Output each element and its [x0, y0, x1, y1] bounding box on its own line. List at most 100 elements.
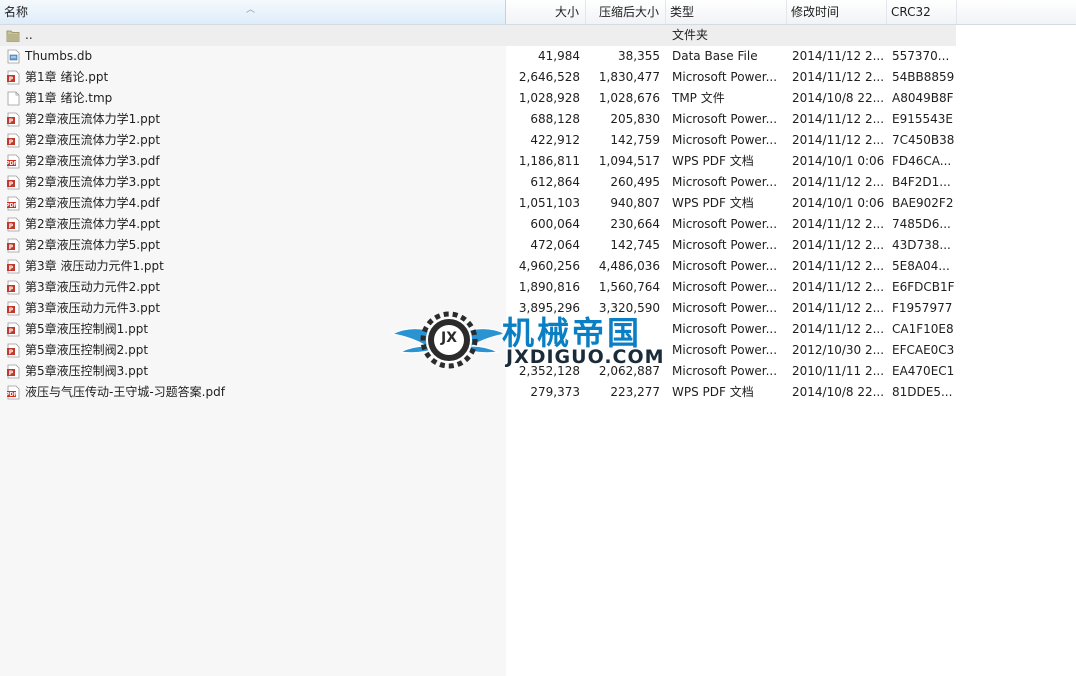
pdf-file-icon: PDF [6, 154, 20, 169]
file-row[interactable]: PDF 第2章液压流体力学4.pdf 1,051,103 940,807 WPS PDF… [0, 193, 1076, 214]
file-name: 第2章液压流体力学2.ppt [25, 133, 161, 147]
file-modified: 2014/10/1 0:06 [792, 196, 884, 210]
file-packed-size: 142,745 [610, 238, 660, 252]
svg-text:P: P [9, 76, 14, 83]
file-row[interactable]: 第1章 绪论.tmp 1,028,928 1,028,676 TMP 文件 2014/1… [0, 88, 1076, 109]
column-header-modified[interactable]: 修改时间 [787, 0, 887, 24]
ppt-file-icon: P [7, 112, 20, 127]
file-size: 1,028,928 [518, 91, 580, 105]
file-size: 688,128 [530, 112, 580, 126]
ppt-file-icon: P [7, 217, 20, 232]
file-name: 第2章液压流体力学4.pdf [25, 196, 160, 210]
file-name: 第2章液压流体力学1.ppt [25, 112, 161, 126]
file-type: Data Base File [672, 49, 758, 63]
file-crc32: EFCAE0C3 [892, 343, 955, 357]
ppt-file-icon: P [7, 259, 20, 274]
file-name: 第1章 绪论.ppt [25, 70, 109, 84]
file-row[interactable]: PDF 液压与气压传动-王守城-习题答案.pdf 279,373 223,277 WPS… [0, 382, 1076, 403]
svg-text:P: P [9, 370, 14, 377]
column-header-crc32[interactable]: CRC32 [887, 0, 957, 24]
file-row[interactable]: PDF 第2章液压流体力学3.pdf 1,186,811 1,094,517 WPS P… [0, 151, 1076, 172]
ppt-file-icon: P [7, 301, 20, 316]
file-name-cell: PDF 液压与气压传动-王守城-习题答案.pdf [6, 382, 502, 403]
parent-folder-name: .. [25, 28, 33, 42]
file-modified: 2014/10/8 22... [792, 91, 884, 105]
file-modified: 2014/11/12 2... [792, 322, 884, 336]
file-packed-size: 940,807 [610, 196, 660, 210]
file-name-cell: 第1章 绪论.tmp [6, 88, 502, 109]
file-crc32: FD46CA... [892, 154, 952, 168]
file-modified: 2014/11/12 2... [792, 280, 884, 294]
file-crc32: F1957977 [892, 301, 953, 315]
svg-text:P: P [9, 118, 14, 125]
file-modified: 2010/11/11 2... [792, 364, 884, 378]
parent-folder-row[interactable]: .. 文件夹 [0, 25, 956, 46]
file-name: 第5章液压控制阀2.ppt [25, 343, 149, 357]
file-packed-size: 223,277 [610, 385, 660, 399]
file-name-cell: P 第2章液压流体力学1.ppt [6, 109, 502, 130]
pdf-file-icon: PDF [6, 385, 20, 400]
svg-text:P: P [9, 286, 14, 293]
file-modified: 2014/10/8 22... [792, 385, 884, 399]
file-type: Microsoft Power... [672, 70, 778, 84]
folder-icon [6, 30, 20, 42]
file-row[interactable]: P 第2章液压流体力学4.ppt 600,064 230,664 Microsoft P… [0, 214, 1076, 235]
ppt-file-icon: P [7, 322, 20, 337]
file-crc32: 7485D6... [892, 217, 951, 231]
column-header-name-label: 名称 [4, 5, 29, 19]
file-row[interactable]: P 第2章液压流体力学1.ppt 688,128 205,830 Microsoft P… [0, 109, 1076, 130]
file-crc32: 81DDE5... [892, 385, 953, 399]
file-name: Thumbs.db [25, 49, 93, 63]
file-modified: 2012/10/30 2... [792, 343, 884, 357]
file-row[interactable]: P 第2章液压流体力学5.ppt 472,064 142,745 Microsoft P… [0, 235, 1076, 256]
file-row[interactable]: P 第2章液压流体力学3.ppt 612,864 260,495 Microsoft P… [0, 172, 1076, 193]
file-name: 第5章液压控制阀3.ppt [25, 364, 149, 378]
file-type: TMP 文件 [672, 91, 725, 105]
svg-text:P: P [9, 181, 14, 188]
ppt-file-icon: P [7, 175, 20, 190]
column-header-name[interactable]: 名称 ︿ [0, 0, 506, 24]
column-header-packed-size[interactable]: 压缩后大小 [586, 0, 666, 24]
ppt-file-icon: P [7, 343, 20, 358]
ppt-file-icon: P [7, 364, 20, 379]
file-name: 第3章 液压动力元件1.ppt [25, 259, 164, 273]
column-header-size[interactable]: 大小 [506, 0, 586, 24]
file-packed-size: 230,664 [610, 217, 660, 231]
file-row[interactable]: P 第3章 液压动力元件1.ppt 4,960,256 4,486,036 Micros… [0, 256, 1076, 277]
file-name-cell: P 第2章液压流体力学4.ppt [6, 214, 502, 235]
pdf-file-icon: PDF [6, 196, 20, 211]
file-type: Microsoft Power... [672, 259, 778, 273]
file-modified: 2014/11/12 2... [792, 70, 884, 84]
file-crc32: 43D738... [892, 238, 951, 252]
watermark: JX 机械帝国 JXDIGUO.COM [390, 304, 690, 376]
svg-text:P: P [9, 265, 14, 272]
svg-text:P: P [9, 139, 14, 146]
column-header-bar: 名称 ︿ 大小 压缩后大小 类型 修改时间 CRC32 [0, 0, 1076, 25]
file-size: 1,051,103 [518, 196, 580, 210]
file-crc32: 54BB8859 [892, 70, 955, 84]
file-modified: 2014/11/12 2... [792, 112, 884, 126]
watermark-site: JXDIGUO.COM [506, 346, 665, 368]
file-crc32: EA470EC1 [892, 364, 955, 378]
file-name: 第3章液压动力元件3.ppt [25, 301, 161, 315]
file-modified: 2014/10/1 0:06 [792, 154, 884, 168]
file-crc32: A8049B8F [892, 91, 954, 105]
file-modified: 2014/11/12 2... [792, 301, 884, 315]
file-name: 第5章液压控制阀1.ppt [25, 322, 149, 336]
file-name: 第3章液压动力元件2.ppt [25, 280, 161, 294]
ppt-file-icon: P [7, 238, 20, 253]
file-size: 422,912 [530, 133, 580, 147]
file-row[interactable]: Thumbs.db 41,984 38,355 Data Base File 2014/… [0, 46, 1076, 67]
file-row[interactable]: P 第2章液压流体力学2.ppt 422,912 142,759 Microsoft P… [0, 130, 1076, 151]
file-size: 472,064 [530, 238, 580, 252]
file-row[interactable]: P 第3章液压动力元件2.ppt 1,890,816 1,560,764 Microso… [0, 277, 1076, 298]
column-header-type[interactable]: 类型 [666, 0, 787, 24]
parent-folder-type: 文件夹 [672, 28, 709, 42]
watermark-emblem-text: JX [440, 330, 457, 346]
file-row[interactable]: P 第1章 绪论.ppt 2,646,528 1,830,477 Microsoft P… [0, 67, 1076, 88]
file-type: Microsoft Power... [672, 112, 778, 126]
file-packed-size: 1,560,764 [598, 280, 660, 294]
file-size: 612,864 [530, 175, 580, 189]
file-packed-size: 205,830 [610, 112, 660, 126]
file-name-cell: P 第3章 液压动力元件1.ppt [6, 256, 502, 277]
